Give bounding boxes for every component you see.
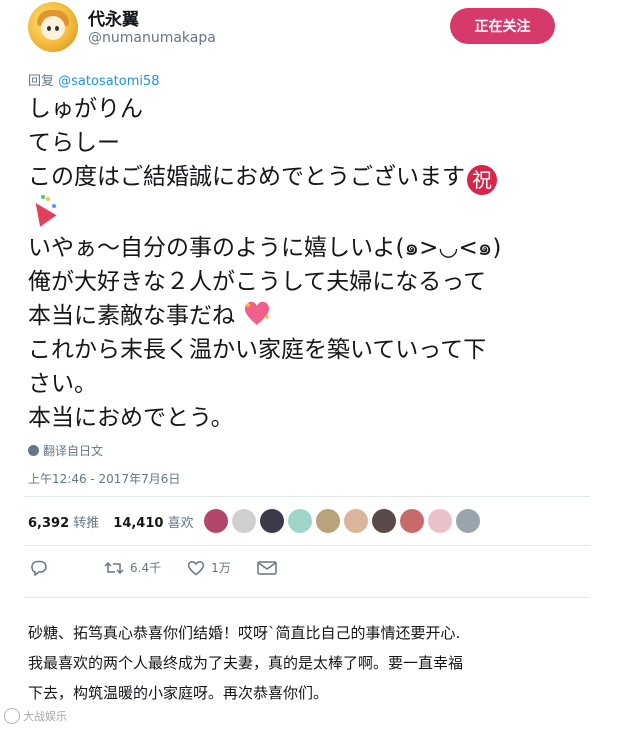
translation-line: 砂糖、拓笃真心恭喜你们结婚！哎呀`简直比自己的事情还要开心. — [28, 624, 461, 642]
reply-context: 回复 @satosatomi58 — [28, 70, 160, 89]
reply-prefix: 回复 — [28, 74, 59, 89]
user-handle[interactable]: @numanumakapa — [88, 30, 216, 46]
tweet-line: しゅがりん — [28, 96, 143, 122]
liker-avatar[interactable] — [428, 509, 452, 533]
divider — [24, 496, 590, 497]
retweet-count: 6,392 — [28, 516, 70, 531]
reply-icon — [31, 560, 47, 576]
divider — [24, 545, 590, 546]
liker-avatar[interactable] — [260, 509, 284, 533]
tweet-line: 本当におめでとう。 — [28, 405, 234, 431]
translation-line: 我最喜欢的两个人最终成为了夫妻，真的是太棒了啊。要一直幸福 — [28, 654, 464, 672]
tweet-line: いやぁ〜自分の事のように嬉しいよ(๑>◡<๑) — [28, 235, 502, 261]
tweet-line: 本当に素敵な事だね — [28, 299, 588, 333]
watermark-text: 大战娱乐 — [23, 710, 67, 723]
tweet-line: これから末長く温かい家庭を築いていって下 — [28, 337, 487, 363]
like-action-count: 1万 — [211, 561, 231, 575]
tweet-line-text: 本当に素敵な事だね — [28, 303, 235, 329]
tweet-stats: 6,392 转推 14,410 喜欢 — [28, 512, 194, 531]
avatar-face — [41, 16, 65, 40]
display-name[interactable]: 代永翼 — [88, 5, 139, 30]
like-label: 喜欢 — [167, 516, 194, 531]
direct-message-button[interactable] — [256, 560, 277, 575]
sparkling-heart-icon — [245, 301, 271, 325]
liker-avatar[interactable] — [344, 509, 368, 533]
liker-avatar[interactable] — [204, 509, 228, 533]
reply-button[interactable] — [30, 560, 48, 576]
liker-avatar[interactable] — [316, 509, 340, 533]
translate-link[interactable]: 翻译自日文 — [28, 442, 103, 459]
retweet-stat[interactable]: 6,392 转推 — [28, 512, 99, 531]
reply-mention-link[interactable]: @satosatomi58 — [58, 74, 159, 89]
globe-icon — [28, 445, 39, 456]
tweet-line: この度はご結婚誠におめでとうございます祝 — [28, 160, 588, 195]
watermark: 大战娱乐 — [4, 708, 67, 724]
avatar[interactable] — [28, 2, 78, 52]
liker-avatar[interactable] — [456, 509, 480, 533]
liker-avatar[interactable] — [288, 509, 312, 533]
liker-avatars — [204, 509, 480, 533]
translate-label: 翻译自日文 — [43, 444, 104, 458]
weibo-logo-icon — [4, 708, 20, 724]
party-popper-icon — [27, 195, 58, 227]
avatar-eye — [47, 26, 51, 31]
tweet-text: しゅがりん てらしー この度はご結婚誠におめでとうございます祝 いやぁ〜自分の事… — [27, 92, 588, 435]
translation-text: 砂糖、拓笃真心恭喜你们结婚！哎呀`简直比自己的事情还要开心. 我最喜欢的两个人最… — [28, 618, 588, 708]
following-button[interactable]: 正在关注 — [450, 8, 555, 44]
tweet-timestamp[interactable]: 上午12:46 - 2017年7月6日 — [28, 470, 180, 487]
retweet-button[interactable]: 6.4千 — [104, 559, 161, 576]
tweet-line: てらしー — [28, 130, 120, 156]
tweet-line-text: この度はご結婚誠におめでとうございます — [28, 164, 465, 190]
divider — [24, 597, 590, 598]
celebration-emoji-icon: 祝 — [467, 165, 497, 195]
tweet-header: 代永翼 @numanumakapa 正在关注 — [24, 0, 594, 56]
like-button[interactable]: 1万 — [187, 559, 231, 576]
like-count: 14,410 — [113, 516, 164, 531]
retweet-icon — [104, 561, 124, 574]
liker-avatar[interactable] — [372, 509, 396, 533]
heart-icon — [187, 560, 205, 575]
liker-avatar[interactable] — [232, 509, 256, 533]
retweet-label: 转推 — [73, 516, 100, 531]
retweet-action-count: 6.4千 — [130, 561, 162, 575]
avatar-eye — [55, 26, 59, 31]
tweet-line — [27, 195, 588, 231]
tweet-actions: 6.4千 1万 — [30, 559, 303, 576]
tweet-line: さい。 — [28, 371, 97, 397]
envelope-icon — [256, 560, 277, 575]
translation-line: 下去，构筑温暖的小家庭呀。再次恭喜你们。 — [28, 684, 329, 702]
tweet-line: 俺が大好きな２人がこうして夫婦になるって — [28, 269, 487, 295]
liker-avatar[interactable] — [400, 509, 424, 533]
like-stat[interactable]: 14,410 喜欢 — [113, 512, 193, 531]
